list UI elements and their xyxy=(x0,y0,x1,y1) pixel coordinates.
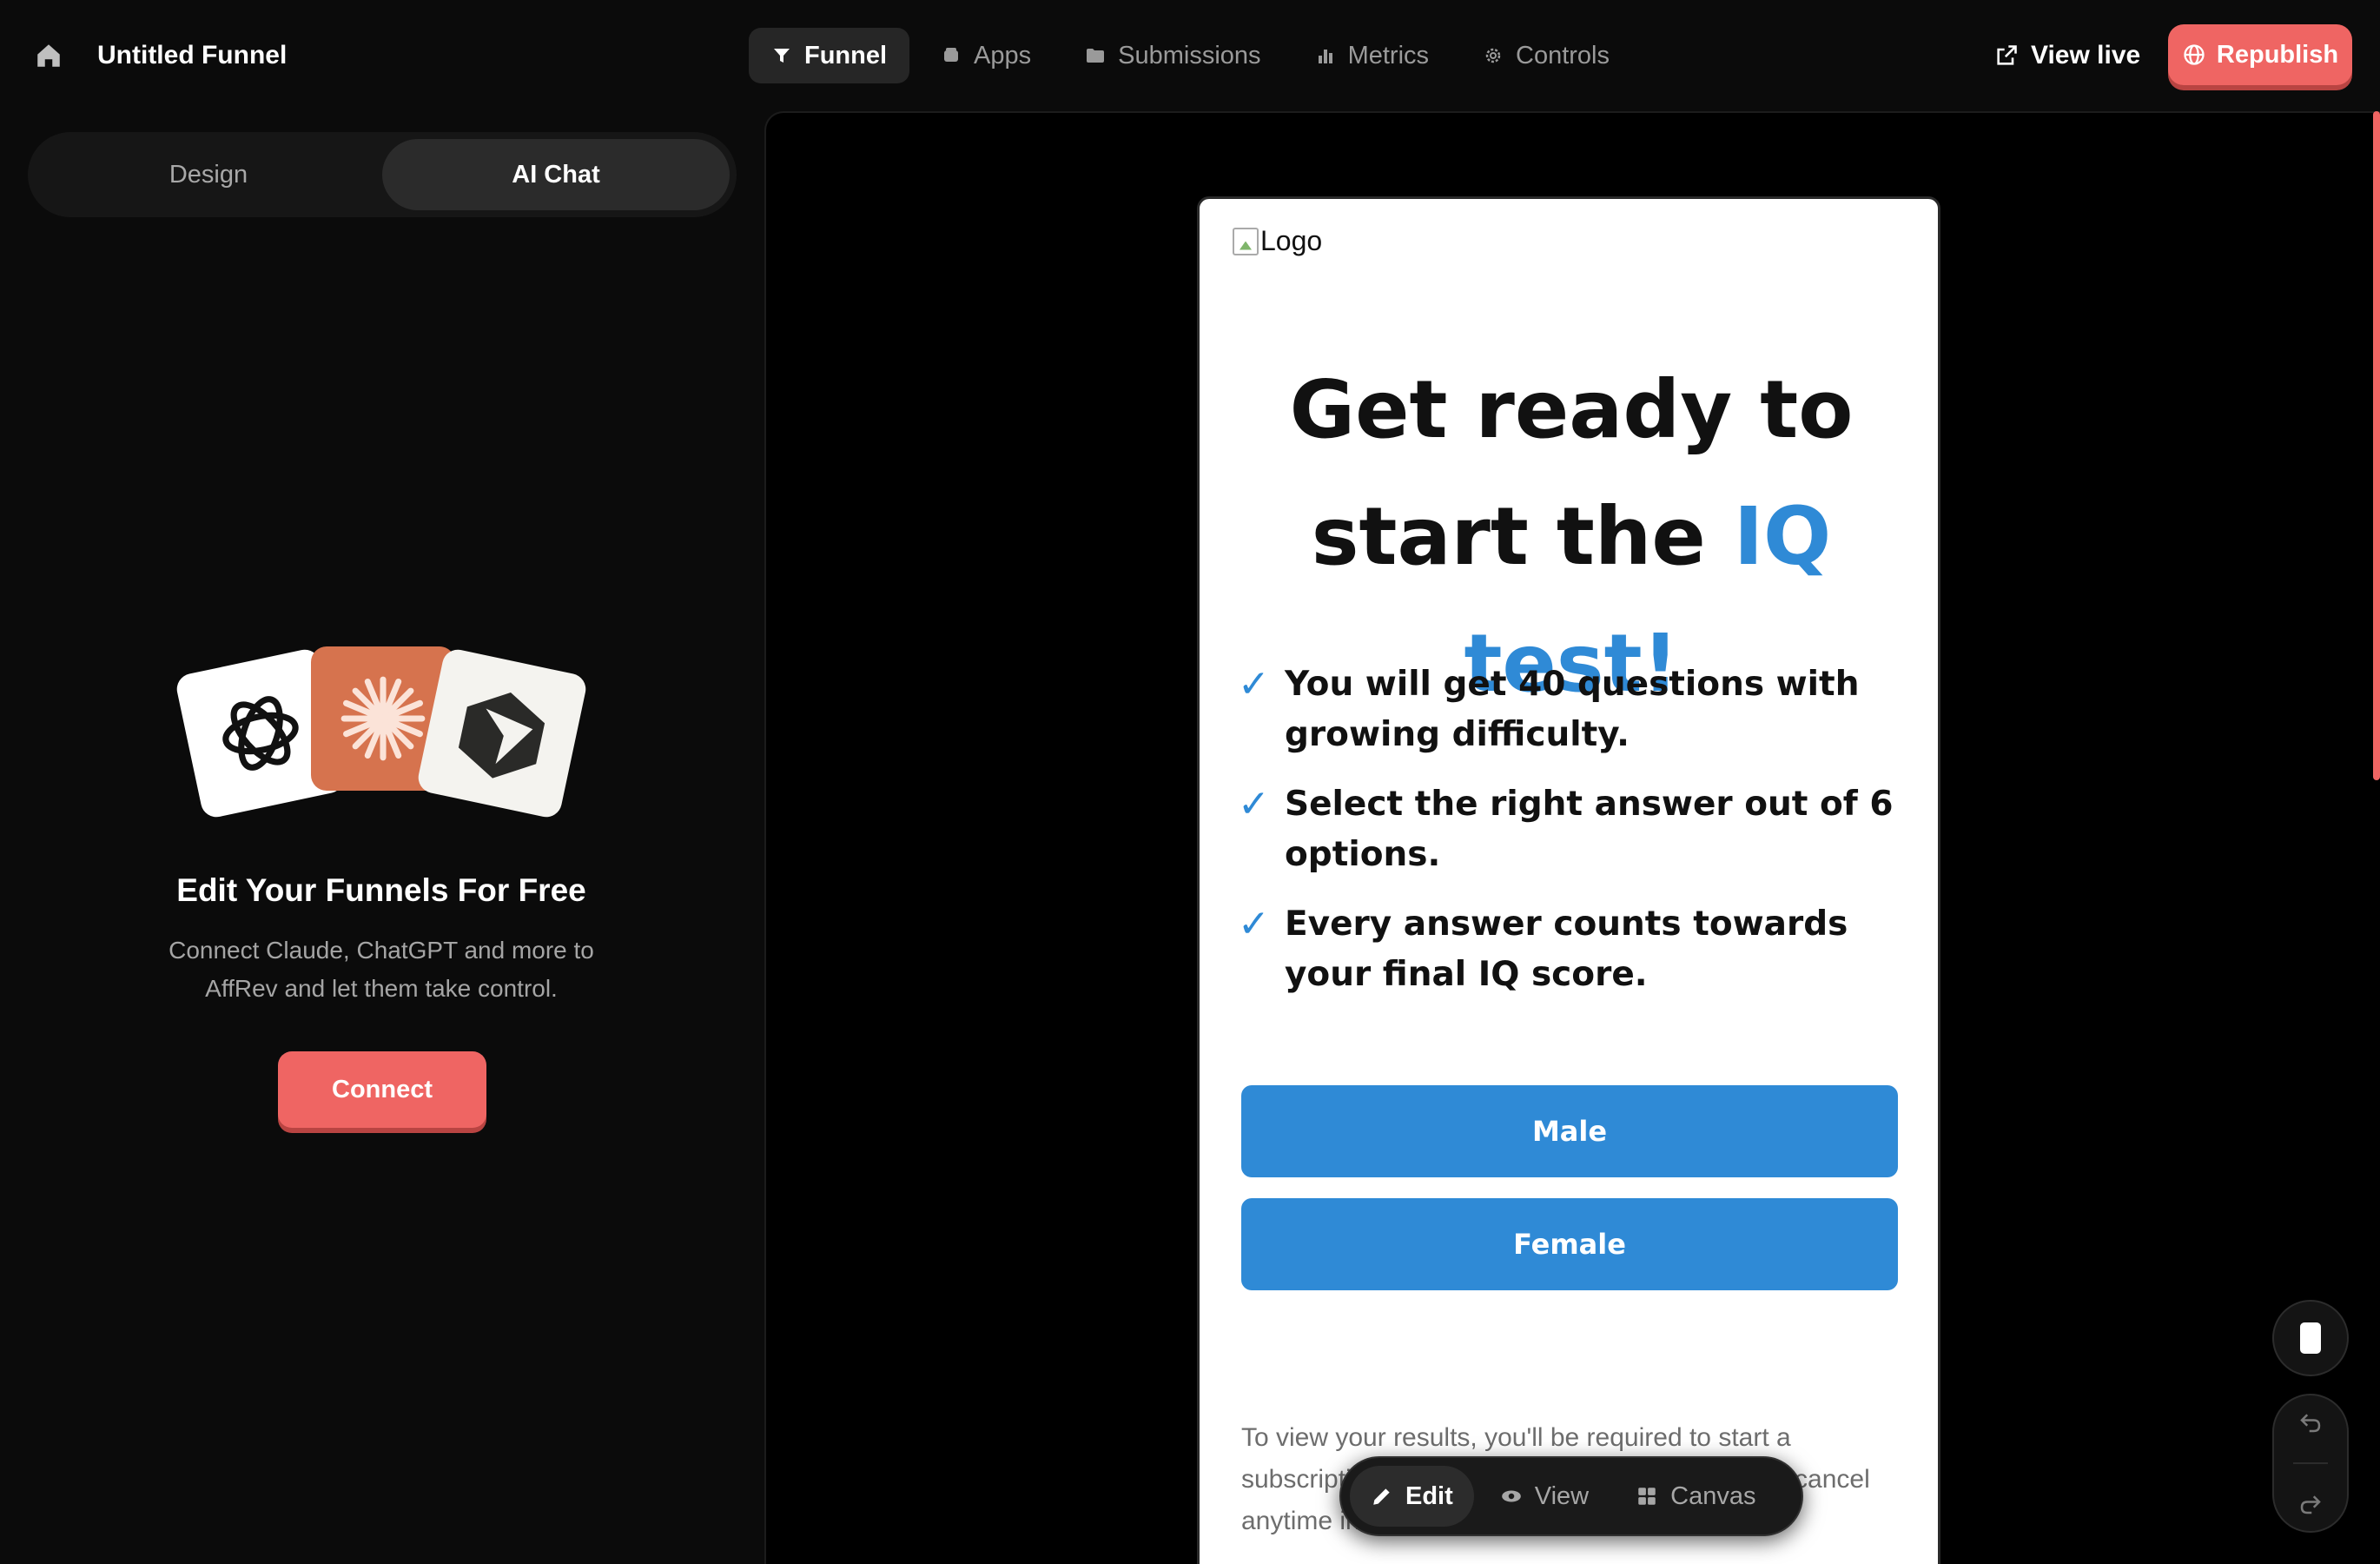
device-toggle-button[interactable] xyxy=(2272,1300,2349,1376)
chatgpt-icon xyxy=(222,696,299,771)
logo-image[interactable]: Logo xyxy=(1233,225,1322,257)
panel-tabs: Design AI Chat xyxy=(28,132,737,217)
redo-icon[interactable] xyxy=(2297,1491,2324,1517)
gear-icon xyxy=(1485,48,1501,63)
funnel-icon xyxy=(774,49,790,63)
list-item-text: Every answer counts towards your final I… xyxy=(1285,905,1848,994)
tab-ai-chat[interactable]: AI Chat xyxy=(382,139,730,210)
checklist: ✓ You will get 40 questions with growing … xyxy=(1238,659,1924,1019)
view-mode-button[interactable]: View xyxy=(1479,1466,1610,1527)
check-icon: ✓ xyxy=(1238,662,1270,706)
scrollbar[interactable] xyxy=(2373,111,2380,780)
nav-apps[interactable]: Apps xyxy=(918,28,1054,83)
edit-mode-button[interactable]: Edit xyxy=(1350,1466,1474,1527)
history-controls xyxy=(2272,1394,2349,1533)
promo-text: Connect Claude, ChatGPT and more to AffR… xyxy=(169,937,594,1002)
logo-alt-text: Logo xyxy=(1260,225,1323,256)
list-item: ✓ Every answer counts towards your final … xyxy=(1238,899,1924,1000)
nav-funnel-label: Funnel xyxy=(804,41,888,70)
home-icon[interactable] xyxy=(31,38,66,73)
eye-icon xyxy=(1501,1490,1521,1502)
edit-label: Edit xyxy=(1405,1481,1453,1510)
pencil-icon xyxy=(1373,1488,1390,1505)
view-live-label: View live xyxy=(2031,41,2141,70)
cursor-icon xyxy=(458,693,545,779)
list-item: ✓ You will get 40 questions with growing … xyxy=(1238,659,1924,760)
app-root: Untitled Funnel Funnel Apps Submissions … xyxy=(0,0,2380,1564)
check-icon: ✓ xyxy=(1238,902,1270,946)
male-button[interactable]: Male xyxy=(1241,1085,1898,1177)
funnel-preview: Logo Get ready to start the IQ test! ✓ Yo… xyxy=(1197,196,1940,1564)
phone-icon xyxy=(2300,1322,2321,1354)
ai-logos xyxy=(170,643,596,820)
claude-icon xyxy=(340,676,426,761)
left-panel: Design AI Chat Edit Your Funnels For Fre… xyxy=(0,111,763,1564)
connect-button[interactable]: Connect xyxy=(278,1051,486,1128)
view-live-button[interactable]: View live xyxy=(1994,28,2140,83)
republish-label: Republish xyxy=(2216,40,2339,69)
apps-icon xyxy=(944,48,959,62)
check-icon: ✓ xyxy=(1238,782,1270,826)
tab-design[interactable]: Design xyxy=(35,139,382,210)
list-item-text: Select the right answer out of 6 options… xyxy=(1285,785,1894,874)
female-button[interactable]: Female xyxy=(1241,1198,1898,1290)
folder-icon xyxy=(1087,49,1105,63)
mode-toolbar: Edit View Canvas xyxy=(1339,1456,1803,1536)
grid-icon xyxy=(1638,1488,1656,1505)
nav-submissions[interactable]: Submissions xyxy=(1062,28,1283,83)
top-bar: Untitled Funnel Funnel Apps Submissions … xyxy=(0,0,2380,111)
bar-chart-icon xyxy=(1318,50,1332,63)
view-label: View xyxy=(1534,1481,1590,1510)
list-item: ✓ Select the right answer out of 6 option… xyxy=(1238,779,1924,880)
funnel-title[interactable]: Untitled Funnel xyxy=(97,38,287,73)
nav-apps-label: Apps xyxy=(974,41,1032,70)
external-link-icon xyxy=(1997,45,2017,65)
promo-title: Edit Your Funnels For Free xyxy=(176,872,586,908)
globe-icon xyxy=(2184,44,2205,65)
nav-controls[interactable]: Controls xyxy=(1460,28,1632,83)
broken-image-icon xyxy=(1233,227,1259,255)
canvas-mode-button[interactable]: Canvas xyxy=(1615,1466,1776,1527)
list-item-text: You will get 40 questions with growing d… xyxy=(1285,665,1860,754)
nav-controls-label: Controls xyxy=(1516,41,1610,70)
nav-funnel[interactable]: Funnel xyxy=(749,28,910,83)
cursor-logo-card xyxy=(415,646,589,820)
main-nav: Funnel Apps Submissions Metrics Controls xyxy=(749,28,1632,83)
nav-metrics-label: Metrics xyxy=(1347,41,1430,70)
undo-icon[interactable] xyxy=(2297,1409,2324,1435)
canvas-label: Canvas xyxy=(1670,1481,1756,1510)
divider xyxy=(2293,1461,2328,1464)
nav-metrics[interactable]: Metrics xyxy=(1292,28,1451,83)
republish-button[interactable]: Republish xyxy=(2168,24,2352,85)
nav-submissions-label: Submissions xyxy=(1118,41,1261,70)
